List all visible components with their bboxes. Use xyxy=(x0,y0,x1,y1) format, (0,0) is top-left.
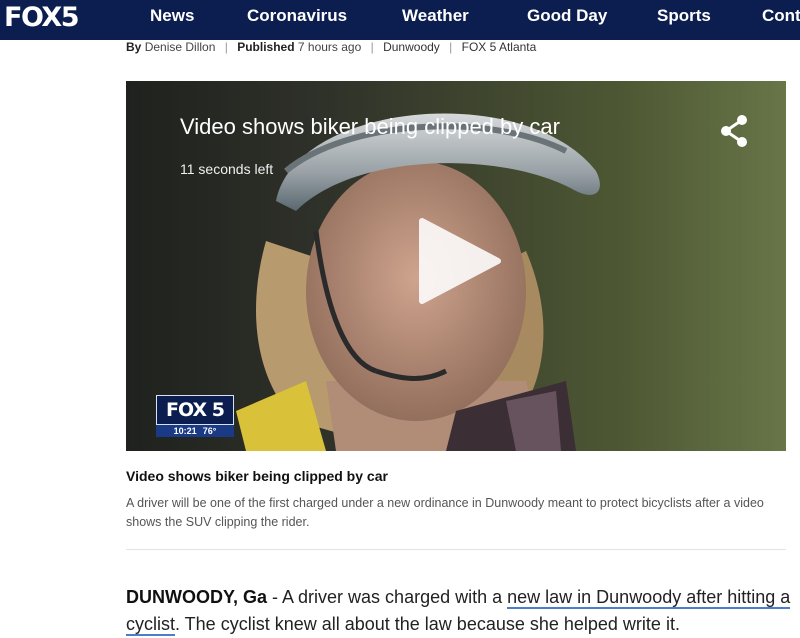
lede-text-after: . The cyclist knew all about the law bec… xyxy=(175,614,680,634)
source-link[interactable]: FOX 5 Atlanta xyxy=(462,40,537,54)
video-caption-title: Video shows biker being clipped by car xyxy=(126,468,388,484)
byline-divider: | xyxy=(224,40,228,54)
nav-item-news[interactable]: News xyxy=(150,6,194,26)
play-icon[interactable] xyxy=(408,213,504,309)
nav-item-weather[interactable]: Weather xyxy=(402,6,469,26)
byline-divider: | xyxy=(449,40,453,54)
video-caption-text: A driver will be one of the first charge… xyxy=(126,496,764,529)
by-label: By xyxy=(126,40,142,54)
byline-divider: | xyxy=(370,40,374,54)
published-label: Published xyxy=(237,40,295,54)
nav-item-sports[interactable]: Sports xyxy=(657,6,711,26)
video-title: Video shows biker being clipped by car xyxy=(180,114,560,139)
article-lede-paragraph: DUNWOODY, Ga - A driver was charged with… xyxy=(126,584,800,638)
bug-time: 10:21 xyxy=(173,426,197,436)
video-player[interactable]: Video shows biker being clipped by car 1… xyxy=(126,81,786,451)
share-icon[interactable] xyxy=(718,113,750,149)
article-byline: By Denise Dillon | Published 7 hours ago… xyxy=(126,40,536,54)
author-name[interactable]: Denise Dillon xyxy=(145,40,216,54)
section-divider xyxy=(126,549,786,550)
lede-text-before: - A driver was charged with a xyxy=(267,587,508,607)
fox5-logo[interactable]: FOX5 xyxy=(4,0,80,34)
nav-item-coronavirus[interactable]: Coronavirus xyxy=(247,6,347,26)
bug-time-temp-bar: 10:21 76° xyxy=(156,425,234,437)
tag-link-dunwoody[interactable]: Dunwoody xyxy=(383,40,440,54)
video-time-left: 11 seconds left xyxy=(180,161,274,177)
dateline: DUNWOODY, Ga xyxy=(126,587,268,607)
nav-item-good-day[interactable]: Good Day xyxy=(527,6,607,26)
top-navigation-bar: FOX5 News Coronavirus Weather Good Day S… xyxy=(0,0,800,40)
bug-logo: FOX 5 xyxy=(156,395,234,425)
fox5-station-bug: FOX 5 10:21 76° xyxy=(156,395,234,439)
nav-item-cont[interactable]: Cont xyxy=(762,6,800,26)
bug-temperature: 76° xyxy=(202,426,217,436)
published-time: 7 hours ago xyxy=(297,40,362,54)
